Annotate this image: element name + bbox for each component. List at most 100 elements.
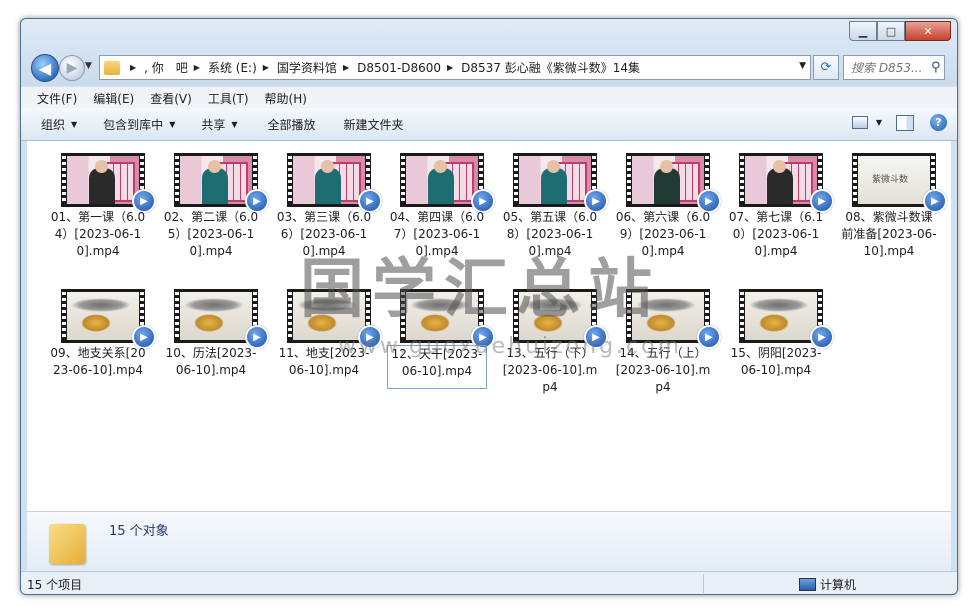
file-item[interactable]: ▶ 03、第三课（6.06）[2023-06-10].mp4 xyxy=(274,147,382,263)
breadcrumb-item[interactable]: ▶ D8501-D8600 xyxy=(337,59,441,76)
menu-item[interactable]: 文件(F) xyxy=(37,90,77,107)
breadcrumb-label: D8537 彭心融《紫微斗数》14集 xyxy=(461,61,641,75)
location-indicator: 计算机 xyxy=(799,576,856,593)
ink-stroke xyxy=(636,298,696,312)
view-options-dropdown-icon[interactable]: ▼ xyxy=(876,118,882,127)
presenter-head xyxy=(660,160,673,173)
search-input[interactable] xyxy=(849,59,931,76)
breadcrumb-item[interactable]: ▶ D8537 彭心融《紫微斗数》14集 xyxy=(441,59,640,76)
file-name: 06、第六课（6.09）[2023-06-10].mp4 xyxy=(615,210,711,258)
film-strip-icon xyxy=(401,292,405,340)
breadcrumb-label: , 你 吧 xyxy=(144,61,188,75)
film-strip-icon xyxy=(175,292,179,340)
thumbnail-frame xyxy=(180,292,252,340)
file-item[interactable]: ▶ 04、第四课（6.07）[2023-06-10].mp4 xyxy=(387,147,495,263)
presenter-head xyxy=(95,160,108,173)
file-name: 13、五行（下）[2023-06-10].mp4 xyxy=(502,346,598,394)
thumbnail-frame xyxy=(406,292,478,340)
search-icon[interactable]: ⚲ xyxy=(931,60,941,75)
file-item[interactable]: ▶ 15、阴阳[2023-06-10].mp4 xyxy=(726,283,834,399)
breadcrumb-item[interactable]: ▶ 国学资料馆 xyxy=(257,59,337,76)
file-item[interactable]: ▶ 06、第六课（6.09）[2023-06-10].mp4 xyxy=(613,147,721,263)
film-strip-icon xyxy=(175,156,179,204)
file-item[interactable]: ▶ 01、第一课（6.04）[2023-06-10].mp4 xyxy=(48,147,156,263)
ink-blob xyxy=(420,314,450,332)
back-arrow-icon[interactable]: ◀ xyxy=(31,54,59,82)
close-button[interactable]: ✕ xyxy=(905,21,951,41)
share-button[interactable]: 共享 ▼ xyxy=(201,116,237,133)
film-strip-icon xyxy=(740,292,744,340)
include-in-library-button[interactable]: 包含到库中 ▼ xyxy=(103,116,175,133)
title-bar: ▁ □ ✕ ◀ ▶ ▼ ▶ , 你 吧 ▶ 系统 (E:) ▶ 国学资料馆 ▶ D8501-D… xyxy=(21,19,957,109)
file-item[interactable]: ▶ 12、天干[2023-06-10].mp4 xyxy=(387,283,495,399)
file-name: 14、五行（上）[2023-06-10].mp4 xyxy=(615,346,711,394)
computer-icon xyxy=(799,578,816,591)
film-strip-icon xyxy=(288,156,292,204)
address-bar[interactable]: ▶ , 你 吧 ▶ 系统 (E:) ▶ 国学资料馆 ▶ D8501-D8600 ▶ D8537 彭… xyxy=(99,55,811,80)
file-item[interactable]: ▶ 02、第二课（6.05）[2023-06-10].mp4 xyxy=(161,147,269,263)
ink-blob xyxy=(194,314,224,332)
organize-label: 组织 xyxy=(41,117,66,132)
minimize-button[interactable]: ▁ xyxy=(849,21,877,41)
menu-item[interactable]: 编辑(E) xyxy=(93,90,134,107)
thumbnail-title: 紫微斗数 xyxy=(872,175,909,185)
file-name: 08、紫微斗数课前准备[2023-06-10].mp4 xyxy=(841,210,937,258)
ink-stroke xyxy=(523,298,583,312)
film-strip-icon xyxy=(62,156,66,204)
breadcrumb-item[interactable]: ▶ , 你 吧 xyxy=(124,59,188,76)
menu-item[interactable]: 帮助(H) xyxy=(265,90,307,107)
breadcrumb-separator-icon[interactable]: ▶ xyxy=(194,63,200,72)
thumbnail-frame xyxy=(632,156,704,204)
breadcrumb-separator-icon[interactable]: ▶ xyxy=(447,63,453,72)
menu-item[interactable]: 查看(V) xyxy=(150,90,192,107)
file-name: 11、地支[2023-06-10].mp4 xyxy=(278,346,370,377)
menu-bar: 文件(F) 编辑(E) 查看(V) 工具(T) 帮助(H) xyxy=(21,86,957,109)
preview-pane-icon[interactable] xyxy=(896,114,914,131)
file-item[interactable]: ▶ 13、五行（下）[2023-06-10].mp4 xyxy=(500,283,608,399)
menu-item[interactable]: 工具(T) xyxy=(208,90,249,107)
forward-arrow-icon[interactable]: ▶ xyxy=(59,55,85,81)
status-bar: 15 个项目 计算机 xyxy=(21,571,957,594)
file-name: 15、阴阳[2023-06-10].mp4 xyxy=(730,346,822,377)
chevron-down-icon: ▼ xyxy=(231,119,238,129)
ink-stroke xyxy=(749,298,809,312)
new-folder-button[interactable]: 新建文件夹 xyxy=(344,116,404,133)
play-all-button[interactable]: 全部播放 xyxy=(268,116,316,133)
file-item[interactable]: ▶ 14、五行（上）[2023-06-10].mp4 xyxy=(613,283,721,399)
folder-icon xyxy=(104,60,120,75)
change-view-icon[interactable] xyxy=(851,116,868,129)
breadcrumb-item[interactable]: ▶ 系统 (E:) xyxy=(188,59,257,76)
ink-blob xyxy=(759,314,789,332)
film-strip-icon xyxy=(514,156,518,204)
item-count: 15 个项目 xyxy=(27,578,83,592)
command-bar: 组织 ▼ 包含到库中 ▼ 共享 ▼ 全部播放 新建文件夹 ▼ ? xyxy=(21,108,957,141)
search-box[interactable]: ⚲ xyxy=(843,55,945,80)
breadcrumb-separator-icon[interactable]: ▶ xyxy=(263,63,269,72)
film-strip-icon xyxy=(853,156,857,204)
organize-button[interactable]: 组织 ▼ xyxy=(41,116,77,133)
presenter xyxy=(315,168,341,204)
ink-stroke xyxy=(297,298,357,312)
recent-pages-dropdown-icon[interactable]: ▼ xyxy=(85,61,92,71)
address-dropdown-icon[interactable]: ▼ xyxy=(799,61,806,71)
file-item[interactable]: ▶ 07、第七课（6.10）[2023-06-10].mp4 xyxy=(726,147,834,263)
file-list: ▶ 01、第一课（6.04）[2023-06-10].mp4 ▶ 02、第二课（6.0… xyxy=(27,141,951,511)
film-strip-icon xyxy=(627,292,631,340)
ink-stroke xyxy=(184,298,244,312)
file-item[interactable]: ▶ 10、历法[2023-06-10].mp4 xyxy=(161,283,269,399)
breadcrumb-separator-icon[interactable]: ▶ xyxy=(130,63,136,72)
breadcrumb: ▶ , 你 吧 ▶ 系统 (E:) ▶ 国学资料馆 ▶ D8501-D8600 ▶ D8537 彭… xyxy=(124,59,640,76)
maximize-button[interactable]: □ xyxy=(877,21,905,41)
file-item[interactable]: ▶ 09、地支关系[2023-06-10].mp4 xyxy=(48,283,156,399)
file-item[interactable]: ▶ 11、地支[2023-06-10].mp4 xyxy=(274,283,382,399)
file-item[interactable]: 紫微斗数 ▶ 08、紫微斗数课前准备[2023-06-10].mp4 xyxy=(839,147,947,263)
film-strip-icon xyxy=(401,156,405,204)
breadcrumb-separator-icon[interactable]: ▶ xyxy=(343,63,349,72)
presenter xyxy=(89,168,115,204)
help-icon[interactable]: ? xyxy=(930,114,947,131)
window-controls: ▁ □ ✕ xyxy=(849,21,951,41)
file-name: 10、历法[2023-06-10].mp4 xyxy=(165,346,257,377)
refresh-button[interactable]: ⟳ xyxy=(813,55,839,80)
file-item[interactable]: ▶ 05、第五课（6.08）[2023-06-10].mp4 xyxy=(500,147,608,263)
thumbnail-frame xyxy=(293,156,365,204)
